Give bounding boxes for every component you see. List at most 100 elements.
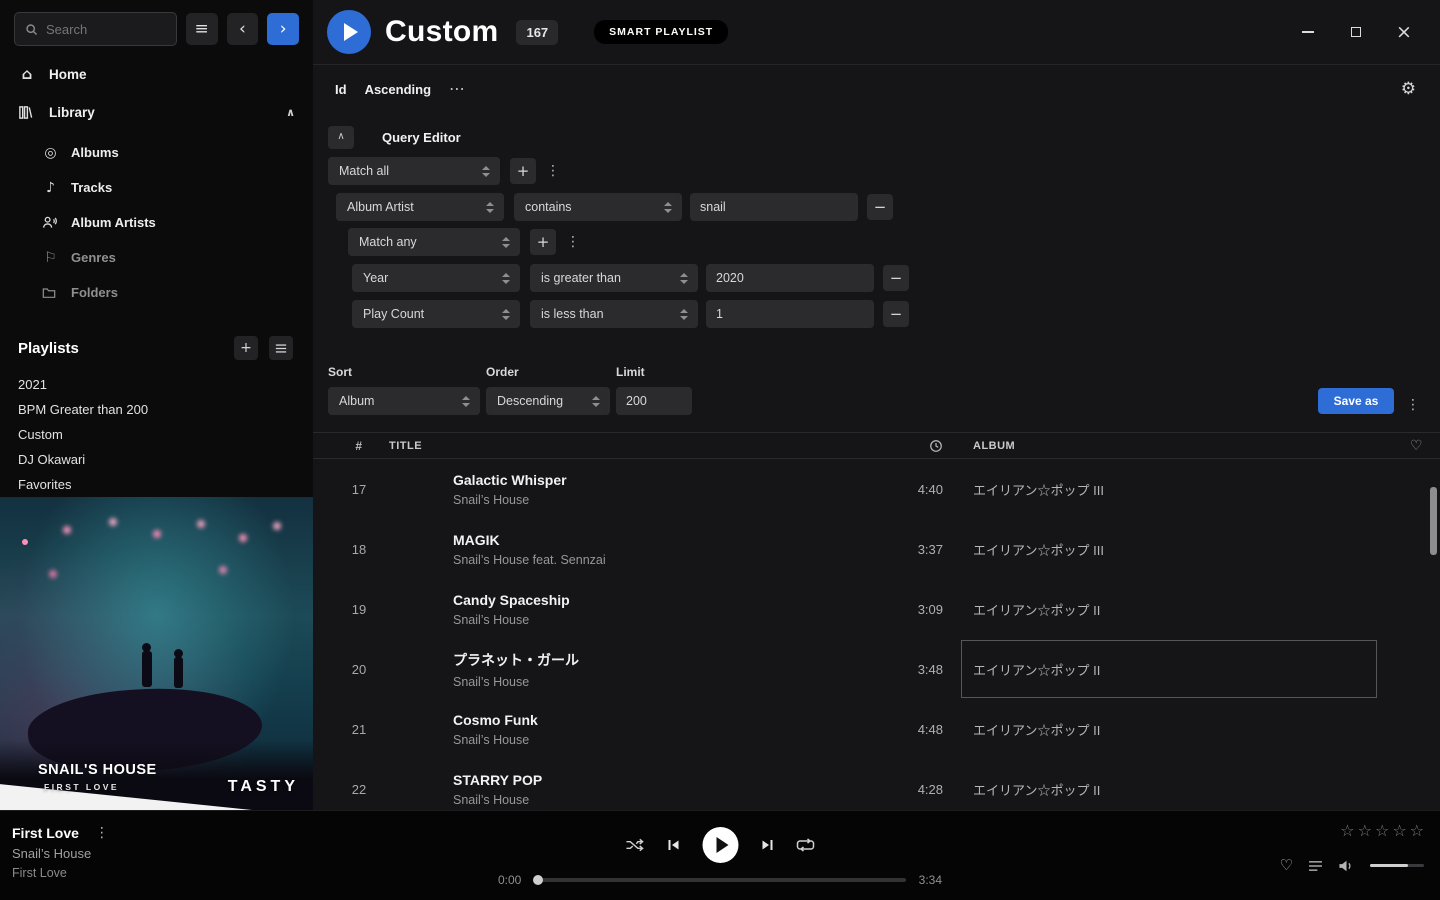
menu-button[interactable]: ≡ bbox=[186, 13, 218, 45]
group-add-rule-button[interactable]: + bbox=[530, 229, 556, 255]
now-playing-artwork[interactable]: SNAIL'S HOUSE FIRST LOVE TASTY bbox=[0, 497, 313, 810]
track-artist[interactable]: Snail’s House bbox=[453, 793, 873, 807]
rule-value-input[interactable] bbox=[690, 193, 858, 221]
play-pause-button[interactable] bbox=[703, 827, 739, 863]
group-menu-button[interactable]: ⋮ bbox=[564, 235, 582, 249]
group-match-select[interactable]: Match any bbox=[348, 228, 520, 256]
playlist-item[interactable]: Custom bbox=[0, 422, 313, 447]
more-options-button[interactable]: ⋯ bbox=[449, 81, 465, 97]
index-column-header[interactable]: # bbox=[355, 439, 362, 453]
rule-value-input[interactable] bbox=[706, 264, 874, 292]
search-box[interactable] bbox=[14, 12, 177, 46]
star-icon[interactable]: ☆ bbox=[1410, 823, 1424, 839]
search-input[interactable] bbox=[46, 22, 166, 37]
play-playlist-button[interactable] bbox=[327, 10, 371, 54]
track-artist[interactable]: Snail’s House bbox=[453, 493, 873, 507]
track-album-cell[interactable]: エイリアン☆ポップ II bbox=[973, 579, 1393, 639]
repeat-button[interactable] bbox=[797, 838, 815, 852]
seek-bar[interactable] bbox=[534, 878, 905, 882]
shuffle-button[interactable] bbox=[626, 838, 645, 852]
save-as-button[interactable]: Save as bbox=[1318, 388, 1394, 414]
sort-select[interactable]: Album bbox=[328, 387, 480, 415]
duration-column-header[interactable] bbox=[929, 439, 943, 453]
add-playlist-button[interactable]: + bbox=[234, 336, 258, 360]
rule-field-select[interactable]: Play Count bbox=[352, 300, 520, 328]
star-icon[interactable]: ☆ bbox=[1375, 823, 1389, 839]
sidebar-item-library[interactable]: Library ∧ bbox=[0, 94, 313, 132]
add-rule-button[interactable]: + bbox=[510, 158, 536, 184]
playlist-item[interactable]: DJ Okawari bbox=[0, 447, 313, 472]
seek-handle[interactable] bbox=[533, 875, 543, 885]
album-column-header[interactable]: ALBUM bbox=[973, 440, 1393, 452]
chevron-up-icon[interactable]: ∧ bbox=[286, 107, 295, 118]
track-row[interactable]: 20 プラネット・ガール Snail’s House 3:48 エイリアン☆ポッ… bbox=[313, 639, 1440, 699]
title-column-header[interactable]: TITLE bbox=[389, 440, 873, 452]
track-title[interactable]: MAGIK bbox=[453, 532, 873, 548]
rule-operator-select[interactable]: is less than bbox=[530, 300, 698, 328]
volume-button[interactable] bbox=[1338, 859, 1355, 873]
settings-gear-button[interactable]: ⚙ bbox=[1401, 81, 1416, 98]
playlist-view-button[interactable] bbox=[269, 336, 293, 360]
now-playing-artist[interactable]: Snail’s House bbox=[12, 846, 111, 861]
track-row[interactable]: 19 Candy Spaceship Snail’s House 3:09 エイ… bbox=[313, 579, 1440, 639]
sidebar-item-folders[interactable]: Folders bbox=[0, 275, 313, 310]
track-title[interactable]: Candy Spaceship bbox=[453, 592, 873, 608]
rule-field-select[interactable]: Album Artist bbox=[336, 193, 504, 221]
track-row[interactable]: 17 Galactic Whisper Snail’s House 4:40 エ… bbox=[313, 459, 1440, 519]
track-album-cell[interactable]: エイリアン☆ポップ III bbox=[973, 459, 1393, 519]
close-button[interactable]: × bbox=[1396, 24, 1412, 40]
next-button[interactable] bbox=[761, 838, 775, 852]
sort-direction-button[interactable]: Ascending bbox=[365, 82, 431, 97]
track-artist[interactable]: Snail’s House bbox=[453, 613, 873, 627]
query-editor-collapse-button[interactable]: ∧ bbox=[328, 126, 354, 149]
sidebar-item-album-artists[interactable]: Album Artists bbox=[0, 205, 313, 240]
sort-field-button[interactable]: Id bbox=[335, 82, 347, 97]
track-artist[interactable]: Snail’s House bbox=[453, 733, 873, 747]
nav-back-button[interactable]: ‹ bbox=[227, 13, 259, 45]
sidebar-item-home[interactable]: ⌂ Home bbox=[0, 56, 313, 94]
favorite-button[interactable]: ♡ bbox=[1280, 858, 1293, 873]
volume-slider[interactable] bbox=[1370, 864, 1424, 867]
track-album-cell[interactable]: エイリアン☆ポップ II bbox=[973, 759, 1393, 815]
favorite-column-header[interactable]: ♡ bbox=[1410, 439, 1423, 453]
playlist-item[interactable]: 2021 bbox=[0, 372, 313, 397]
track-title[interactable]: プラネット・ガール bbox=[453, 650, 873, 670]
track-row[interactable]: 18 MAGIK Snail’s House feat. Sennzai 3:3… bbox=[313, 519, 1440, 579]
track-artist[interactable]: Snail’s House feat. Sennzai bbox=[453, 553, 873, 567]
track-album-cell[interactable]: エイリアン☆ポップ III bbox=[973, 519, 1393, 579]
playlist-item[interactable]: BPM Greater than 200 bbox=[0, 397, 313, 422]
sidebar-item-genres[interactable]: ⚐ Genres bbox=[0, 240, 313, 275]
now-playing-menu-button[interactable]: ⋮ bbox=[93, 826, 111, 840]
previous-button[interactable] bbox=[667, 838, 681, 852]
star-icon[interactable]: ☆ bbox=[1340, 823, 1354, 839]
playlist-item[interactable]: Favorites bbox=[0, 472, 313, 497]
track-title[interactable]: Galactic Whisper bbox=[453, 472, 873, 488]
nav-forward-button[interactable]: › bbox=[267, 13, 299, 45]
star-icon[interactable]: ☆ bbox=[1358, 823, 1372, 839]
limit-input[interactable] bbox=[616, 387, 692, 415]
track-row[interactable]: 22 STARRY POP Snail’s House 4:28 エイリアン☆ポ… bbox=[313, 759, 1440, 815]
now-playing-album[interactable]: First Love bbox=[12, 866, 111, 880]
rule-value-input[interactable] bbox=[706, 300, 874, 328]
track-title[interactable]: Cosmo Funk bbox=[453, 712, 873, 728]
track-row[interactable]: 21 Cosmo Funk Snail’s House 4:48 エイリアン☆ポ… bbox=[313, 699, 1440, 759]
root-rule-menu-button[interactable]: ⋮ bbox=[544, 164, 562, 178]
minimize-button[interactable] bbox=[1300, 24, 1316, 40]
root-match-select[interactable]: Match all bbox=[328, 157, 500, 185]
sidebar-item-albums[interactable]: ◎ Albums bbox=[0, 135, 313, 170]
vertical-scrollbar[interactable] bbox=[1430, 487, 1437, 555]
track-title[interactable]: STARRY POP bbox=[453, 772, 873, 788]
track-album-cell[interactable]: エイリアン☆ポップ II bbox=[973, 699, 1393, 759]
queue-button[interactable] bbox=[1308, 860, 1323, 872]
rule-field-select[interactable]: Year bbox=[352, 264, 520, 292]
save-menu-button[interactable]: ⋮ bbox=[1404, 398, 1422, 412]
order-select[interactable]: Descending bbox=[486, 387, 610, 415]
now-playing-title[interactable]: First Love bbox=[12, 825, 79, 841]
maximize-button[interactable] bbox=[1348, 24, 1364, 40]
rule-operator-select[interactable]: contains bbox=[514, 193, 682, 221]
track-artist[interactable]: Snail’s House bbox=[453, 675, 873, 689]
rule-operator-select[interactable]: is greater than bbox=[530, 264, 698, 292]
remove-rule-button[interactable]: − bbox=[883, 265, 909, 291]
track-album-cell[interactable]: エイリアン☆ポップ II bbox=[973, 639, 1393, 699]
sidebar-item-tracks[interactable]: ♪ Tracks bbox=[0, 170, 313, 205]
